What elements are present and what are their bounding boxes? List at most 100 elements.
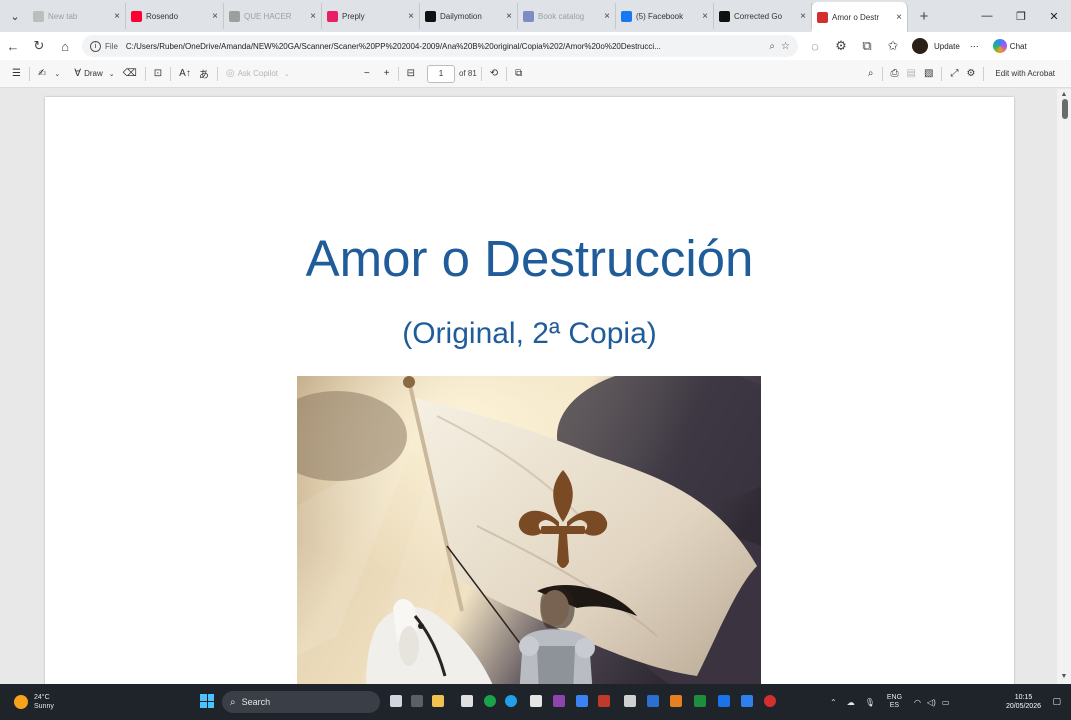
tab-actions-menu-icon[interactable]: ⌄ [2, 3, 28, 29]
home-icon[interactable]: ⌂ [52, 34, 78, 58]
weather-widget[interactable]: 24°C Sunny [14, 693, 54, 711]
url-field[interactable]: i File C:/Users/Ruben/OneDrive/Amanda/NE… [82, 35, 798, 57]
word-icon[interactable] [647, 695, 659, 707]
vertical-scrollbar[interactable] [1057, 89, 1071, 684]
draw-button[interactable]: ∀ Draw ⌄ [70, 63, 118, 85]
more-menu-icon[interactable]: ··· [970, 41, 979, 51]
wifi-icon[interactable]: ◠ [914, 698, 921, 707]
browser-tab[interactable]: QUE HACER × [224, 3, 322, 29]
tab-close-icon[interactable]: × [896, 12, 902, 23]
chrome-icon[interactable] [484, 695, 496, 707]
start-windows-icon[interactable] [200, 694, 214, 708]
scroll-up-icon[interactable]: ▲ [1060, 91, 1068, 99]
app-icon[interactable] [741, 695, 753, 707]
tab-close-icon[interactable]: × [702, 11, 708, 22]
read-aloud-icon[interactable]: A↑ [175, 63, 195, 85]
browser-tab[interactable]: Preply × [322, 3, 420, 29]
extensions-icon[interactable]: ⚙ [828, 34, 854, 58]
file-explorer-icon[interactable] [432, 695, 444, 707]
tab-close-icon[interactable]: × [604, 11, 610, 22]
tab-favicon-icon [817, 11, 828, 23]
split-screen-icon[interactable]: ⧉ [854, 34, 880, 58]
browser-tab[interactable]: Amor o Destr × [812, 2, 908, 32]
onedrive-icon[interactable]: ☁ [847, 698, 855, 707]
minimize-icon[interactable]: — [970, 0, 1004, 32]
taskbar-search[interactable]: ⌕ Search [222, 691, 380, 713]
fit-page-icon[interactable]: ⊟ [403, 63, 419, 85]
app-icon[interactable] [553, 695, 565, 707]
browser-essentials-icon[interactable]: ◌ [802, 34, 828, 58]
tab-close-icon[interactable]: × [310, 11, 316, 22]
pdf-toolbar: ☰ ✍ ⌄ ∀ Draw ⌄ ⌫ ⊡ A↑ あ ◎ Ask Copilot ⌄ … [0, 60, 1071, 88]
browser-tab[interactable]: Dailymotion × [420, 3, 518, 29]
powerpoint-icon[interactable] [670, 695, 682, 707]
settings-icon[interactable]: ⚙ [962, 63, 979, 85]
ask-copilot-button[interactable]: ◎ Ask Copilot ⌄ [222, 63, 294, 85]
refresh-icon[interactable]: ↻ [26, 34, 52, 58]
app-icon[interactable] [461, 695, 473, 707]
volume-icon[interactable]: ◁) [927, 698, 936, 707]
app-icon[interactable] [764, 695, 776, 707]
app-icon[interactable] [718, 695, 730, 707]
edge-icon[interactable] [505, 695, 517, 707]
pdf-viewer[interactable]: Amor o Destrucción (Original, 2ª Copia) [0, 89, 1071, 684]
text-box-icon[interactable]: ⊡ [150, 63, 166, 85]
browser-tab[interactable]: Book catalog × [518, 3, 616, 29]
update-button[interactable]: Update [934, 42, 960, 51]
new-tab-button[interactable]: + [912, 8, 936, 25]
contents-icon[interactable]: ☰ [8, 63, 25, 85]
profile-avatar[interactable] [912, 38, 928, 54]
zoom-in-icon[interactable]: + [380, 63, 394, 85]
notifications-icon[interactable]: ▢ [1052, 696, 1061, 707]
save-icon[interactable]: ▤ [903, 63, 920, 85]
browser-tab[interactable]: (5) Facebook × [616, 3, 714, 29]
restore-icon[interactable]: ❐ [1004, 0, 1038, 32]
back-icon[interactable]: ← [0, 34, 26, 58]
language-indicator[interactable]: ENG ES [887, 694, 902, 710]
battery-icon[interactable]: ▭ [942, 698, 950, 707]
show-hidden-icons-icon[interactable]: ⌃ [830, 698, 837, 707]
app-icon[interactable] [598, 695, 610, 707]
tab-close-icon[interactable]: × [408, 11, 414, 22]
clock[interactable]: 10:15 20/05/2026 [1006, 693, 1041, 711]
excel-icon[interactable] [694, 695, 706, 707]
favorite-star-icon[interactable]: ☆ [781, 41, 790, 52]
translate-icon[interactable]: あ [195, 63, 213, 85]
find-icon[interactable]: ⌕ [864, 63, 878, 85]
tab-close-icon[interactable]: × [212, 11, 218, 22]
edit-with-acrobat-button[interactable]: Edit with Acrobat [988, 63, 1059, 85]
highlight-icon[interactable]: ✍ [34, 63, 50, 85]
mail-icon[interactable] [576, 695, 588, 707]
save-as-icon[interactable]: ▧ [920, 63, 937, 85]
chat-button[interactable]: Chat [1010, 42, 1027, 51]
rotate-icon[interactable]: ⟲ [486, 63, 502, 85]
zoom-out-icon[interactable]: − [360, 63, 374, 85]
eraser-icon[interactable]: ⌫ [119, 63, 141, 85]
toolbar-divider [216, 66, 218, 81]
scrollbar-thumb[interactable] [1062, 99, 1068, 119]
page-view-icon[interactable]: ⧉ [511, 63, 526, 85]
url-path[interactable]: C:/Users/Ruben/OneDrive/Amanda/NEW%20GA/… [126, 42, 764, 51]
page-number-input[interactable]: 1 [426, 64, 455, 83]
browser-tab[interactable]: Rosendo × [126, 3, 224, 29]
zoom-icon[interactable]: ⌕ [769, 41, 775, 52]
tab-close-icon[interactable]: × [114, 11, 120, 22]
highlight-dropdown-icon[interactable]: ⌄ [50, 63, 64, 85]
taskbar: 24°C Sunny ⌕ Search ⌃ ☁ 🎙 ENG ES ◠ ◁) ▭ … [0, 684, 1071, 720]
task-view-icon[interactable] [390, 695, 402, 707]
browser-tab[interactable]: Corrected Go × [714, 3, 812, 29]
browser-tab[interactable]: New tab × [28, 3, 126, 29]
copilot-icon[interactable] [992, 39, 1007, 53]
fullscreen-icon[interactable]: ⤢ [946, 63, 962, 85]
close-window-icon[interactable]: ✕ [1037, 0, 1071, 32]
widgets-icon[interactable] [411, 695, 423, 707]
microphone-icon[interactable]: 🎙 [865, 698, 875, 707]
tab-close-icon[interactable]: × [800, 11, 806, 22]
site-info-icon[interactable]: i [90, 40, 101, 52]
favorites-icon[interactable]: ✩ [880, 34, 906, 58]
app-icon[interactable] [530, 695, 542, 707]
app-icon[interactable] [624, 695, 636, 707]
print-icon[interactable]: ⎙ [887, 63, 903, 85]
scroll-down-icon[interactable]: ▼ [1060, 673, 1068, 681]
tab-close-icon[interactable]: × [506, 11, 512, 22]
